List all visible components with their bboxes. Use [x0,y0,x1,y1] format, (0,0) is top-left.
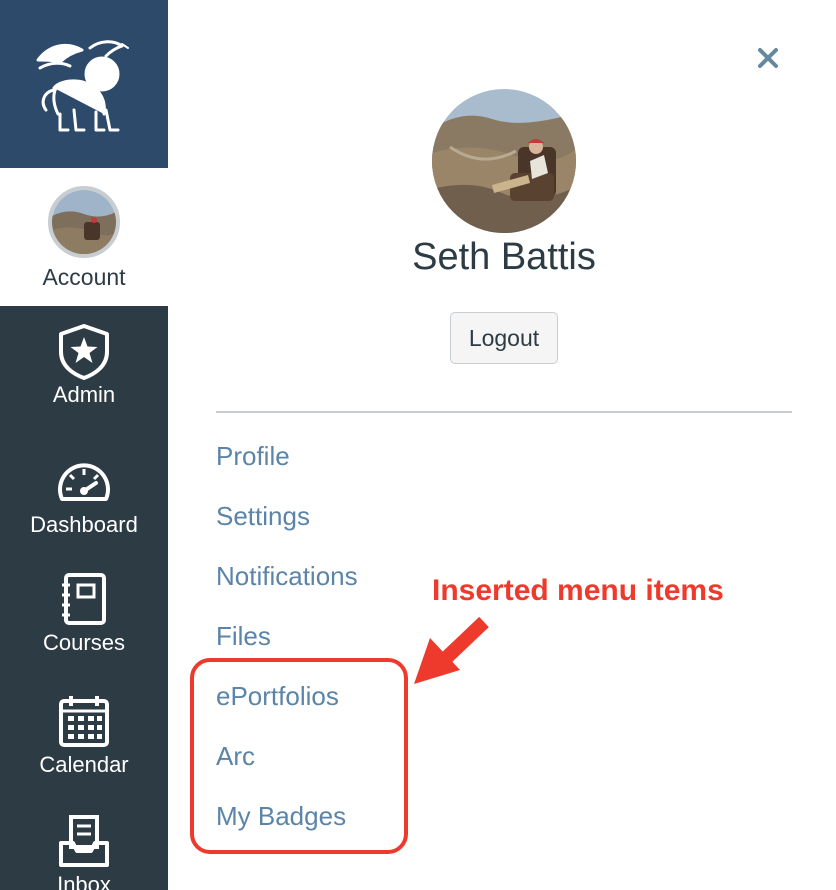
menu-item: Notifications [216,556,358,616]
nav-item-label: Inbox [57,872,111,890]
user-name: Seth Battis [412,236,596,278]
nav-item-label: Account [42,264,126,290]
profile-photo [432,89,576,233]
nav-item-admin[interactable]: Admin [0,322,168,408]
nav-item-label: Calendar [39,752,129,777]
divider [216,411,792,413]
shield-star-icon [55,322,113,380]
nav-item-dashboard[interactable]: Dashboard [0,452,168,538]
nav-item-label: Dashboard [30,512,138,537]
nav-item-courses[interactable]: Courses [0,570,168,656]
menu-link-profile[interactable]: Profile [216,441,290,471]
close-button[interactable] [752,42,784,74]
menu-link-files[interactable]: Files [216,621,271,651]
menu-link-settings[interactable]: Settings [216,501,310,531]
avatar-photo [52,190,116,254]
nav-item-label: Courses [43,630,125,655]
logout-button[interactable]: Logout [450,312,558,364]
notebook-icon [55,570,113,628]
nav-item-label: Admin [52,382,116,407]
menu-item: Settings [216,496,358,556]
profile-avatar [432,89,576,233]
speedometer-icon [55,452,113,510]
close-icon [758,48,778,68]
annotation-label: Inserted menu items [432,574,724,607]
calendar-icon [55,692,113,750]
avatar [48,186,120,258]
menu-item: Profile [216,436,358,496]
annotation-arrow-icon [414,616,489,684]
winged-lion-logo [36,40,129,132]
nav-item-inbox[interactable]: Inbox [0,812,168,890]
global-nav: Account Admin Dashboard Courses Calendar… [0,0,168,890]
nav-item-calendar[interactable]: Calendar [0,692,168,778]
nav-item-account[interactable]: Account [0,168,168,306]
inbox-icon [55,812,113,870]
logo[interactable] [0,0,168,168]
menu-link-notifications[interactable]: Notifications [216,561,358,591]
annotation-highlight-box [190,658,408,854]
